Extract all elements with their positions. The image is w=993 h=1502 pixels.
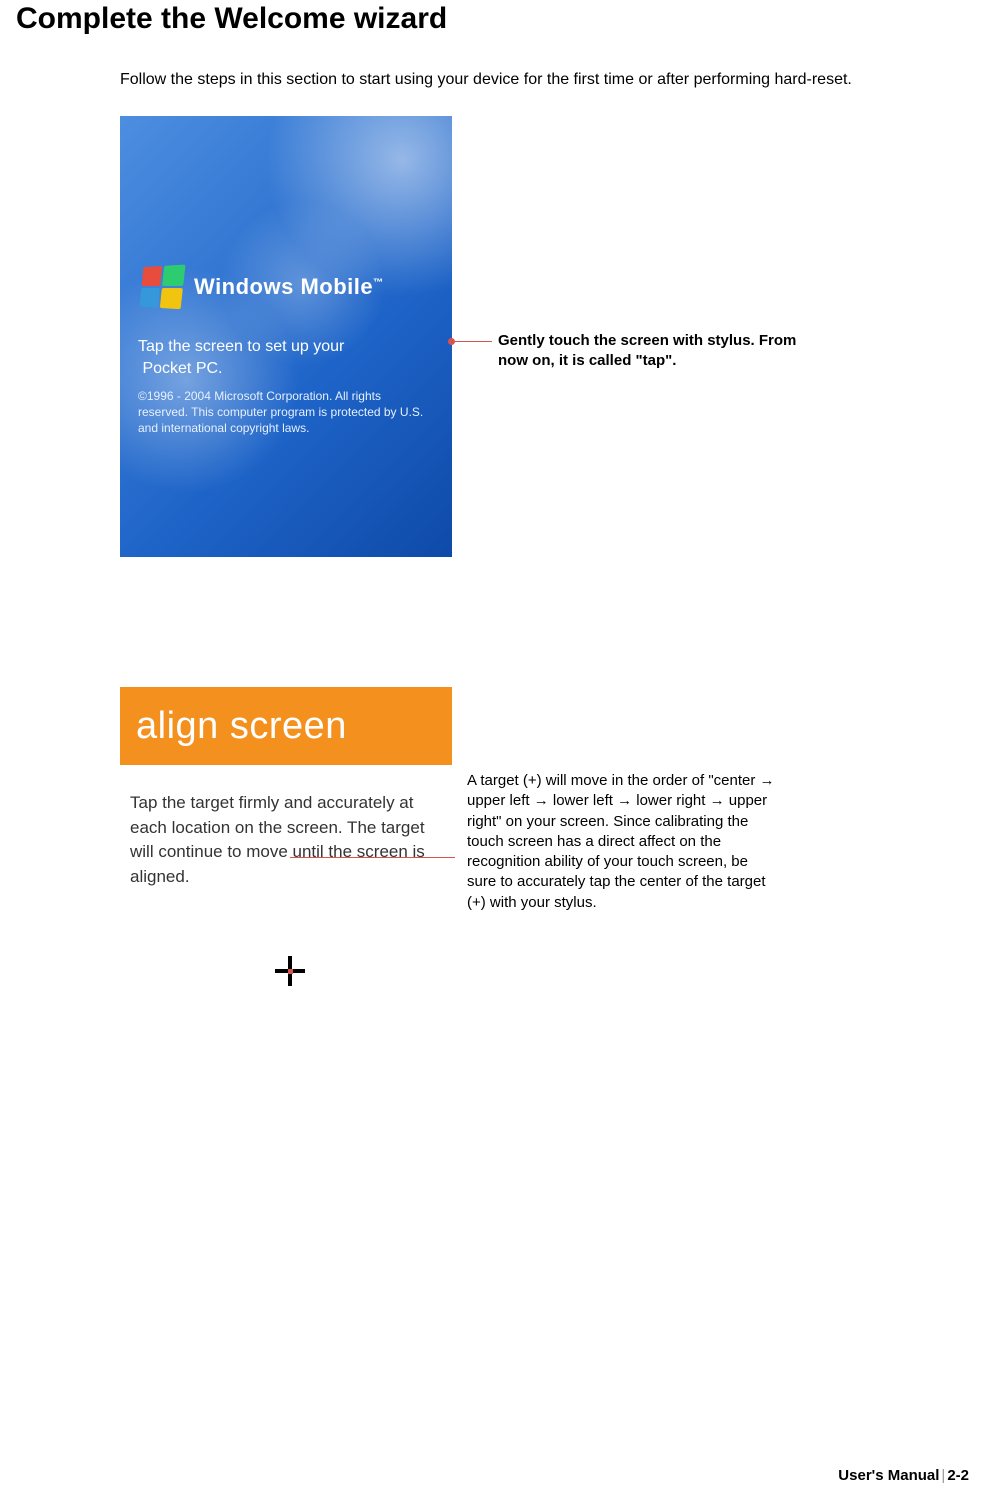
- welcome-wizard-screenshot: Windows Mobile™ Tap the screen to set up…: [120, 116, 452, 557]
- figure-2-row: align screen Tap the target firmly and a…: [120, 687, 993, 1147]
- windows-flag-icon: [140, 264, 186, 309]
- intro-paragraph: Follow the steps in this section to star…: [120, 64, 973, 96]
- callout-target: A target (+) will move in the order of "…: [452, 847, 777, 913]
- figure-1-row: Windows Mobile™ Tap the screen to set up…: [120, 116, 993, 557]
- align-screen-screenshot: align screen Tap the target firmly and a…: [120, 687, 452, 1147]
- page-title: Complete the Welcome wizard: [0, 2, 993, 36]
- callout-tap-text: Gently touch the screen with stylus. Fro…: [498, 331, 808, 372]
- callout-tap: Gently touch the screen with stylus. Fro…: [452, 331, 808, 372]
- align-screen-body: Tap the target firmly and accurately at …: [120, 765, 452, 890]
- callout-dot-icon: [448, 338, 455, 345]
- windows-mobile-logo: Windows Mobile™: [140, 266, 384, 308]
- align-screen-header: align screen: [120, 687, 452, 765]
- callout-target-text: A target (+) will move in the order of "…: [467, 771, 777, 913]
- page-footer: User's Manual|2-2: [838, 1467, 969, 1484]
- windows-mobile-wordmark: Windows Mobile™: [194, 274, 384, 300]
- copyright-text: ©1996 - 2004 Microsoft Corporation. All …: [138, 388, 434, 437]
- setup-instruction-text: Tap the screen to set up your Pocket PC.: [138, 336, 434, 379]
- calibration-target-icon: [274, 955, 306, 987]
